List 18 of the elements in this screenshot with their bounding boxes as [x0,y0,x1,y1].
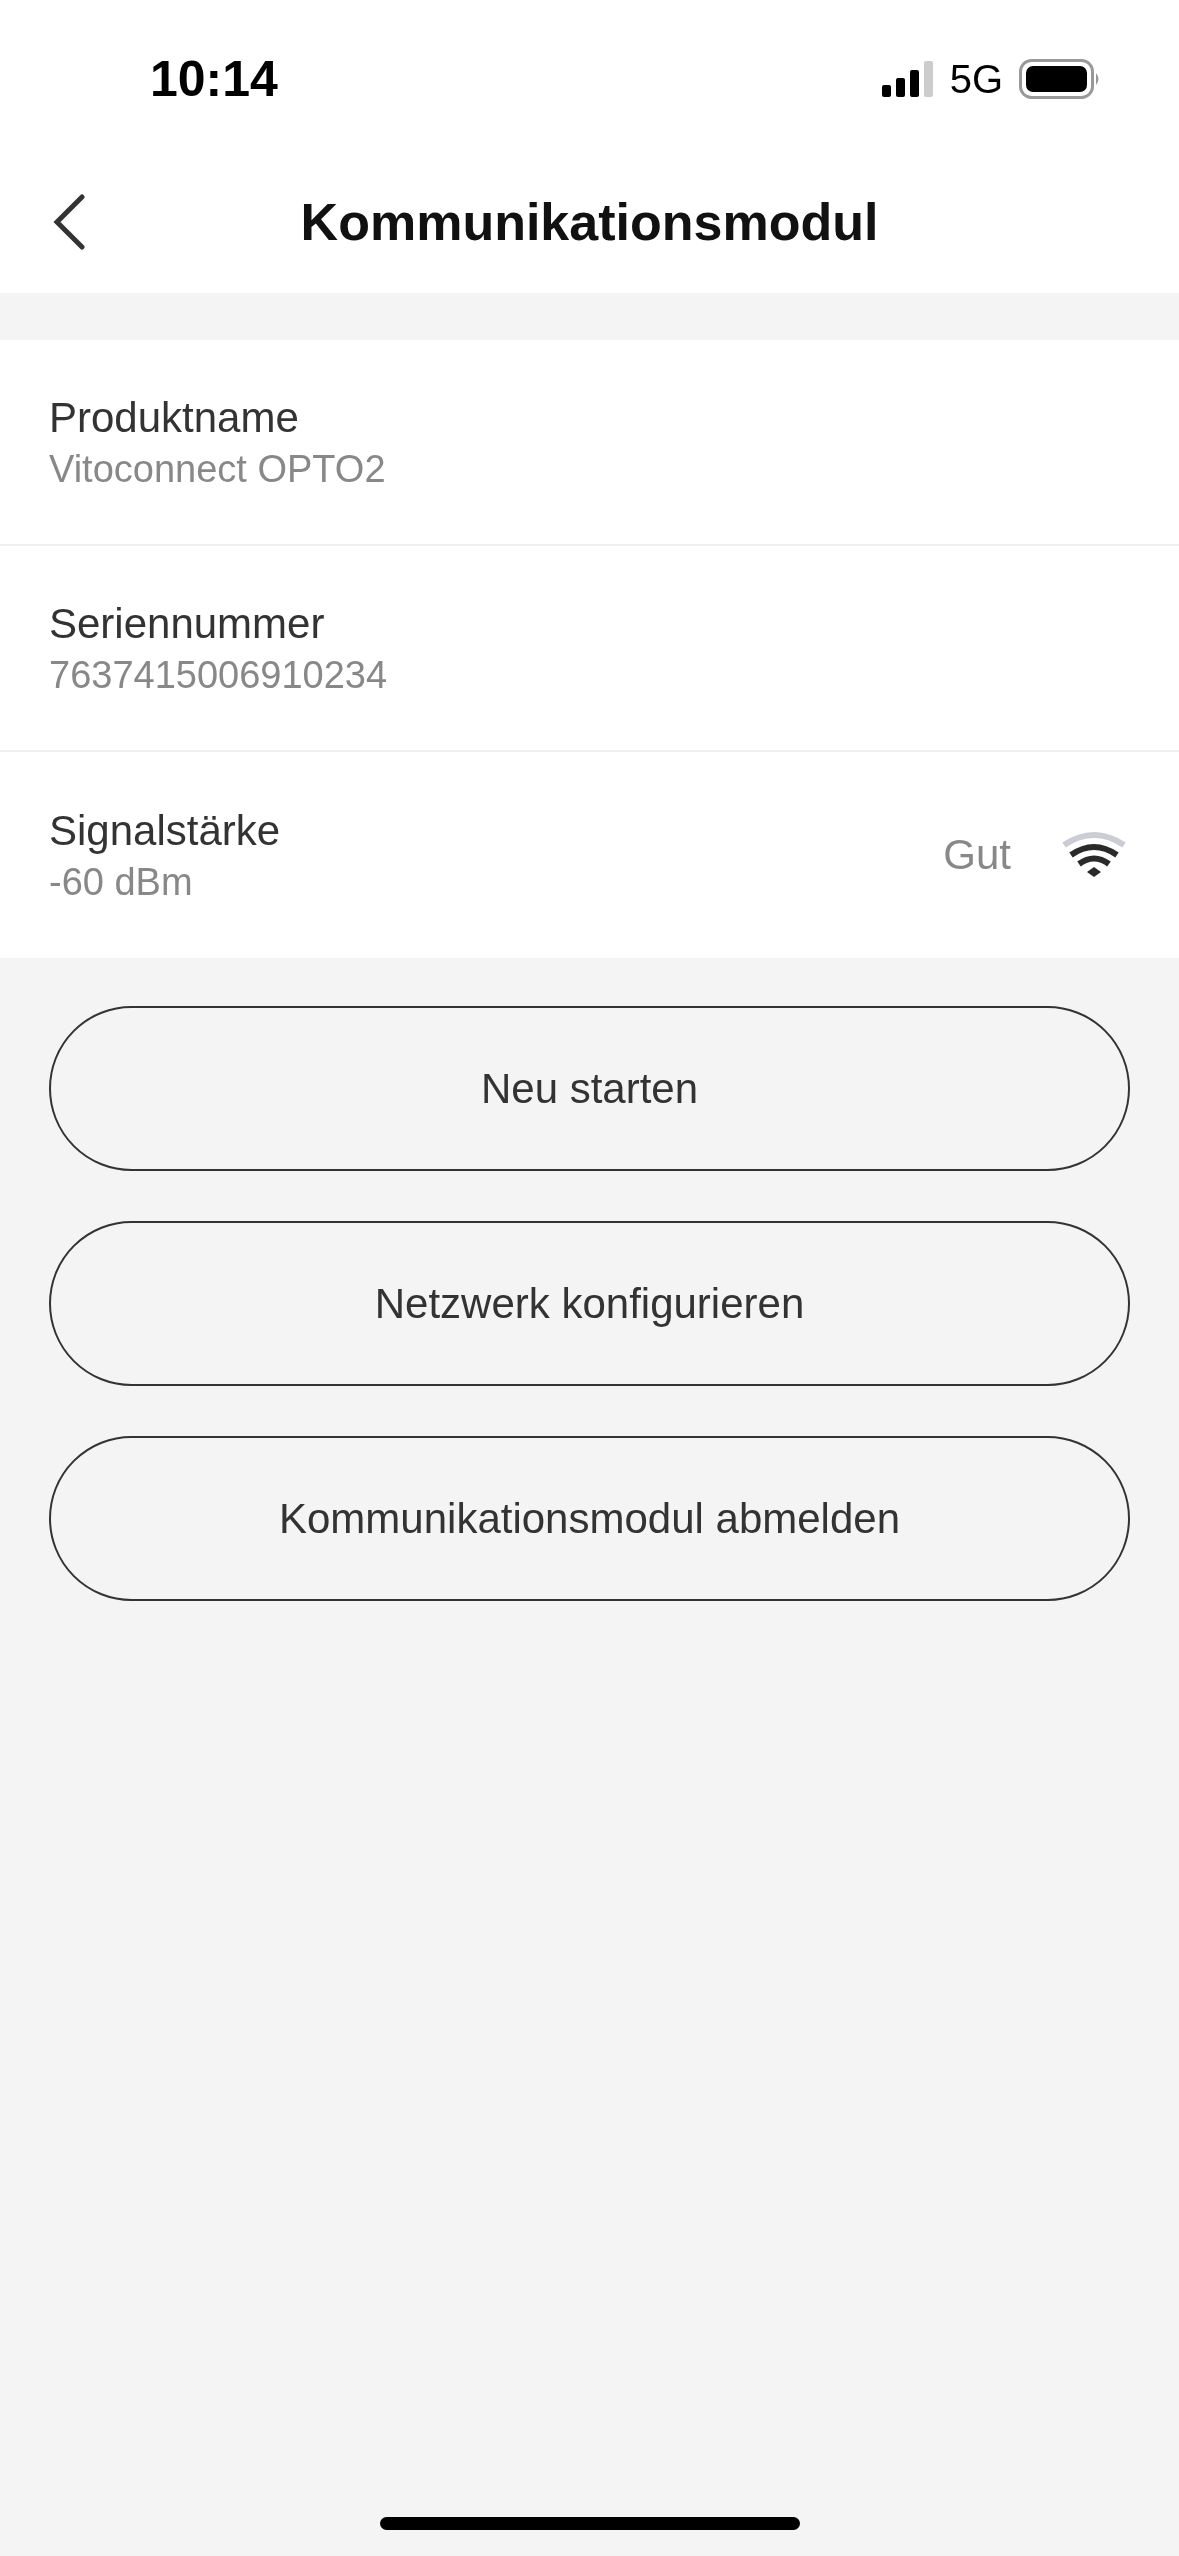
network-type: 5G [949,56,1003,102]
row-value: -60 dBm [49,860,194,904]
row-label: Signalstärke [49,806,281,855]
back-icon [52,194,86,250]
row-value: Vitoconnect OPTO2 [49,447,386,491]
signal-rating: Gut [943,831,1011,879]
screen-title: Kommunikationsmodul [300,191,879,252]
action-button[interactable]: Kommunikationsmodul abmelden [49,1436,1130,1601]
wifi-icon [1061,831,1127,879]
status-time: 10:14 [150,50,278,108]
row-label: Seriennummer [49,599,326,648]
action-button[interactable]: Neu starten [49,1006,1130,1171]
cellular-signal-icon [881,61,934,97]
row-label: Produktname [49,393,300,442]
battery-icon [1019,59,1101,99]
row-value: 7637415006910234 [49,653,388,697]
back-button[interactable] [52,194,86,250]
action-button[interactable]: Netzwerk konfigurieren [49,1221,1130,1386]
